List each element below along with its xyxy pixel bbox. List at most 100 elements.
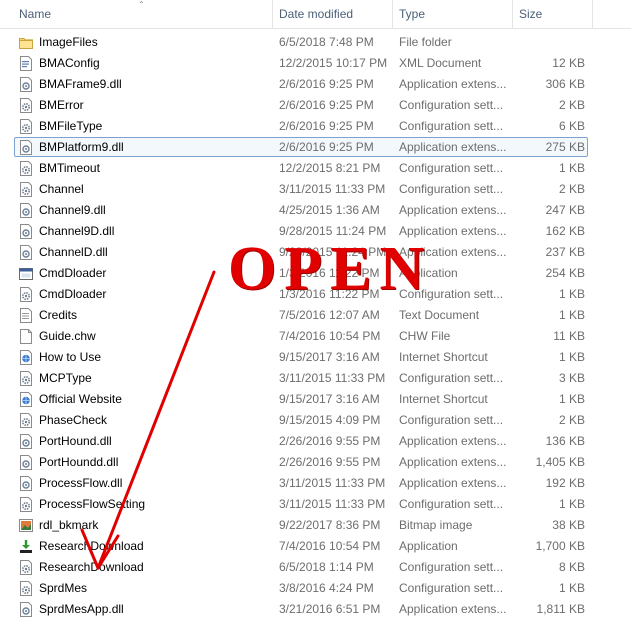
application-icon bbox=[19, 266, 33, 281]
file-size: 275 KB bbox=[545, 140, 585, 154]
file-row[interactable]: MCPType 3/11/2015 11:33 PM Configuration s… bbox=[0, 368, 631, 389]
column-header-bar: ⌃ Name Date modified Type Size bbox=[0, 0, 631, 29]
file-row[interactable]: BMFileType 2/6/2016 9:25 PM Configuration … bbox=[0, 116, 631, 137]
file-row[interactable]: ProcessFlowSetting 3/11/2015 11:33 PM Conf… bbox=[0, 494, 631, 515]
file-date-modified: 2/26/2016 9:55 PM bbox=[279, 434, 381, 448]
file-name: MCPType bbox=[39, 371, 92, 385]
column-header-date-modified[interactable]: Date modified bbox=[273, 0, 391, 28]
file-date-modified: 2/6/2016 9:25 PM bbox=[279, 140, 374, 154]
file-type: Application extens... bbox=[399, 434, 507, 448]
config-file-icon bbox=[19, 119, 33, 134]
file-row[interactable]: Guide.chw 7/4/2016 10:54 PM CHW File 11 KB bbox=[0, 326, 631, 347]
file-row[interactable]: ImageFiles 6/5/2018 7:48 PM File folder bbox=[0, 32, 631, 53]
file-name: Channel9.dll bbox=[39, 203, 106, 217]
file-type: File folder bbox=[399, 35, 452, 49]
file-date-modified: 2/26/2016 9:55 PM bbox=[279, 455, 381, 469]
file-type: XML Document bbox=[399, 56, 482, 70]
file-type: Configuration sett... bbox=[399, 413, 504, 427]
file-type: Application extens... bbox=[399, 476, 507, 490]
file-row[interactable]: Channel 3/11/2015 11:33 PM Configuration s… bbox=[0, 179, 631, 200]
file-name: BMFileType bbox=[39, 119, 103, 133]
config-file-icon bbox=[19, 98, 33, 113]
file-date-modified: 7/4/2016 10:54 PM bbox=[279, 539, 381, 553]
file-date-modified: 9/22/2017 8:36 PM bbox=[279, 518, 381, 532]
file-row[interactable]: SprdMes 3/8/2016 4:24 PM Configuration set… bbox=[0, 578, 631, 599]
file-date-modified: 12/2/2015 8:21 PM bbox=[279, 161, 381, 175]
file-name: Credits bbox=[39, 308, 78, 322]
file-size: 8 KB bbox=[558, 560, 585, 574]
file-row[interactable]: ResearchDownload 7/4/2016 10:54 PM Applica… bbox=[0, 536, 631, 557]
dll-file-icon bbox=[19, 224, 33, 239]
file-size: 1,405 KB bbox=[535, 455, 585, 469]
file-size: 6 KB bbox=[558, 119, 585, 133]
column-header-name[interactable]: Name bbox=[13, 0, 271, 28]
file-name: ImageFiles bbox=[39, 35, 98, 49]
file-row[interactable]: Credits 7/5/2016 12:07 AM Text Document 1 K… bbox=[0, 305, 631, 326]
open-annotation-text: OPEN bbox=[228, 235, 433, 303]
file-row[interactable]: ProcessFlow.dll 3/11/2015 11:33 PM Applica… bbox=[0, 473, 631, 494]
file-size: 2 KB bbox=[558, 98, 585, 112]
dll-file-icon bbox=[19, 203, 33, 218]
file-type: Configuration sett... bbox=[399, 119, 504, 133]
file-row[interactable]: BMAConfig 12/2/2015 10:17 PM XML Document 1… bbox=[0, 53, 631, 74]
column-header-type[interactable]: Type bbox=[393, 0, 511, 28]
file-type: Application extens... bbox=[399, 77, 507, 91]
file-name: PortHound.dll bbox=[39, 434, 112, 448]
file-name: ProcessFlow.dll bbox=[39, 476, 123, 490]
text-file-icon bbox=[19, 308, 33, 323]
file-row[interactable]: Channel9.dll 4/25/2015 1:36 AM Application… bbox=[0, 200, 631, 221]
file-type: Bitmap image bbox=[399, 518, 473, 532]
file-row[interactable]: ResearchDownload 6/5/2018 1:14 PM Configur… bbox=[0, 557, 631, 578]
file-name: SprdMesApp.dll bbox=[39, 602, 124, 616]
config-file-icon bbox=[19, 182, 33, 197]
file-row[interactable]: BMAFrame9.dll 2/6/2016 9:25 PM Application… bbox=[0, 74, 631, 95]
file-name: PhaseCheck bbox=[39, 413, 108, 427]
dll-file-icon bbox=[19, 434, 33, 449]
file-type: Application bbox=[399, 539, 458, 553]
file-size: 1 KB bbox=[558, 581, 585, 595]
file-row[interactable]: SprdMesApp.dll 3/21/2016 6:51 PM Applicati… bbox=[0, 599, 631, 620]
file-date-modified: 6/5/2018 7:48 PM bbox=[279, 35, 374, 49]
file-size: 1,811 KB bbox=[536, 602, 585, 616]
file-type: Configuration sett... bbox=[399, 371, 504, 385]
file-name: ResearchDownload bbox=[39, 560, 144, 574]
dll-file-icon bbox=[19, 245, 33, 260]
column-divider[interactable] bbox=[592, 0, 593, 28]
file-name: BMTimeout bbox=[39, 161, 100, 175]
file-size: 3 KB bbox=[558, 371, 585, 385]
file-size bbox=[515, 32, 585, 53]
file-row[interactable]: rdl_bkmark 9/22/2017 8:36 PM Bitmap image 3… bbox=[0, 515, 631, 536]
file-size: 247 KB bbox=[545, 203, 585, 217]
file-size: 11 KB bbox=[553, 329, 585, 343]
file-row[interactable]: PhaseCheck 9/15/2015 4:09 PM Configuration… bbox=[0, 410, 631, 431]
file-size: 254 KB bbox=[545, 266, 585, 280]
file-date-modified: 3/11/2015 11:33 PM bbox=[279, 182, 386, 196]
file-row[interactable]: How to Use 9/15/2017 3:16 AM Internet Shor… bbox=[0, 347, 631, 368]
file-type: Configuration sett... bbox=[399, 497, 504, 511]
file-row[interactable]: PortHoundd.dll 2/26/2016 9:55 PM Applicati… bbox=[0, 452, 631, 473]
file-row[interactable]: PortHound.dll 2/26/2016 9:55 PM Applicatio… bbox=[0, 431, 631, 452]
file-size: 1 KB bbox=[558, 392, 585, 406]
file-row[interactable]: BMPlatform9.dll 2/6/2016 9:25 PM Applicati… bbox=[0, 137, 631, 158]
research-download-app-icon bbox=[19, 539, 33, 554]
file-row[interactable]: BMError 2/6/2016 9:25 PM Configuration set… bbox=[0, 95, 631, 116]
file-size: 1 KB bbox=[558, 350, 585, 364]
file-row[interactable]: BMTimeout 12/2/2015 8:21 PM Configuration … bbox=[0, 158, 631, 179]
dll-file-icon bbox=[19, 476, 33, 491]
xml-file-icon bbox=[19, 56, 33, 71]
column-header-size[interactable]: Size bbox=[513, 0, 591, 28]
file-date-modified: 3/21/2016 6:51 PM bbox=[279, 602, 381, 616]
config-file-icon bbox=[19, 413, 33, 428]
file-name: Guide.chw bbox=[39, 329, 96, 343]
file-size: 1 KB bbox=[558, 497, 585, 511]
file-date-modified: 9/15/2017 3:16 AM bbox=[279, 350, 380, 364]
file-type: Configuration sett... bbox=[399, 182, 504, 196]
file-type: Text Document bbox=[399, 308, 480, 322]
file-type: Configuration sett... bbox=[399, 581, 504, 595]
file-type: Configuration sett... bbox=[399, 161, 504, 175]
config-file-icon bbox=[19, 560, 33, 575]
file-row[interactable]: Official Website 9/15/2017 3:16 AM Interne… bbox=[0, 389, 631, 410]
file-type: Application extens... bbox=[399, 602, 507, 616]
file-size: 162 KB bbox=[545, 224, 585, 238]
dll-file-icon bbox=[19, 140, 33, 155]
